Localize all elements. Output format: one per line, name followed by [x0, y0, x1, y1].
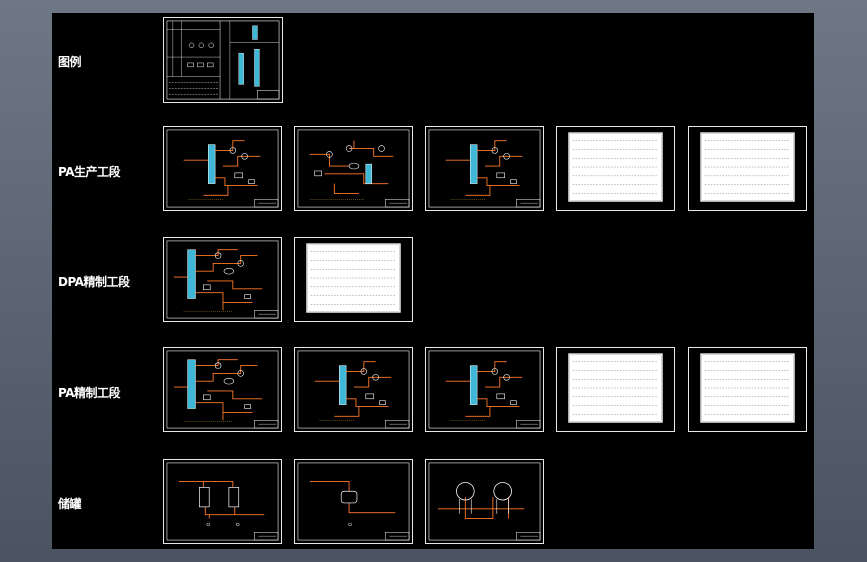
sheet-drawing-graphic: [428, 129, 541, 208]
drawing-sheet-process-complex[interactable]: [294, 126, 413, 211]
sheet-drawing-graphic: [166, 20, 280, 100]
row-label-storage-tanks: 储罐: [58, 497, 82, 511]
drawing-sheet-process-big-column[interactable]: [163, 237, 282, 322]
drawing-sheet-tanks-square[interactable]: [163, 459, 282, 544]
drawing-sheet-process-column[interactable]: [163, 126, 282, 211]
drawing-sheet-process-big-column[interactable]: [163, 347, 282, 432]
drawing-sheet-process-column-cyan[interactable]: [294, 347, 413, 432]
sheet-drawing-graphic: [166, 129, 279, 208]
sheet-drawing-graphic: [568, 132, 663, 202]
sheet-drawing-graphic: [297, 462, 410, 541]
sheet-drawing-graphic: [166, 462, 279, 541]
row-label-dpa-refining: DPA精制工段: [58, 275, 130, 289]
sheet-drawing-graphic: [297, 129, 410, 208]
sheet-drawing-graphic: [306, 243, 401, 313]
row-label-pa-production: PA生产工段: [58, 165, 120, 179]
sheet-drawing-graphic: [568, 353, 663, 423]
sheet-drawing-graphic: [700, 132, 795, 202]
drawing-canvas: 图例 PA生产工段 DPA精制工段 PA精制工段 储罐: [52, 13, 814, 549]
drawing-sheet-tank-horizontal[interactable]: [294, 459, 413, 544]
sheet-drawing-graphic: [297, 350, 410, 429]
drawing-sheet-process-column-cyan[interactable]: [425, 347, 544, 432]
sheet-drawing-graphic: [700, 353, 795, 423]
sheet-drawing-graphic: [428, 350, 541, 429]
drawing-sheet-legend[interactable]: [163, 17, 283, 103]
row-label-pa-refining: PA精制工段: [58, 386, 120, 400]
drawing-sheet-table[interactable]: [688, 347, 807, 432]
sheet-drawing-graphic: [166, 350, 279, 429]
row-label-legend: 图例: [58, 55, 82, 69]
drawing-sheet-tanks-spherical[interactable]: [425, 459, 544, 544]
drawing-sheet-table[interactable]: [556, 347, 675, 432]
drawing-sheet-table[interactable]: [556, 126, 675, 211]
drawing-sheet-table[interactable]: [294, 237, 413, 322]
sheet-drawing-graphic: [428, 462, 541, 541]
sheet-drawing-graphic: [166, 240, 279, 319]
drawing-sheet-table[interactable]: [688, 126, 807, 211]
drawing-sheet-process-column[interactable]: [425, 126, 544, 211]
